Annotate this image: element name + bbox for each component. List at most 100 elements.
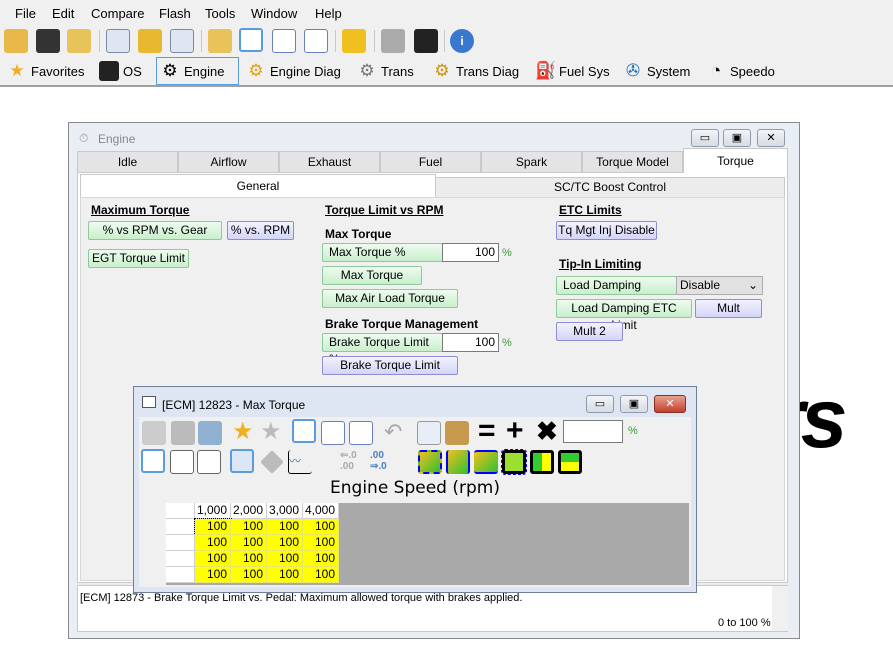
info-icon[interactable]: i	[450, 29, 474, 53]
subtab-boost-control[interactable]: SC/TC Boost Control	[435, 177, 785, 198]
maximize-button[interactable]: ▣	[620, 395, 648, 413]
single-view-icon[interactable]	[141, 449, 165, 473]
table-cell[interactable]: 100	[194, 518, 232, 536]
close-button[interactable]: ✕	[654, 395, 686, 413]
scrollbar[interactable]	[772, 586, 788, 631]
color-columns-icon[interactable]	[446, 450, 470, 474]
table-cell[interactable]: 100	[195, 535, 231, 551]
remove-favorite-icon[interactable]: ★	[260, 420, 284, 445]
copy-icon[interactable]	[417, 421, 441, 445]
table-view-icon[interactable]	[292, 419, 316, 443]
plus-icon[interactable]: +	[506, 416, 530, 446]
menu-window[interactable]: Window	[251, 6, 297, 21]
table-cell[interactable]: 100	[303, 535, 339, 551]
grid-view-icon[interactable]	[230, 449, 254, 473]
color-half-horizontal-icon[interactable]	[558, 450, 582, 474]
tab-airflow[interactable]: Airflow	[178, 151, 279, 173]
horizontal-split-icon[interactable]	[170, 450, 194, 474]
license-key-icon[interactable]	[138, 29, 162, 53]
table-cell[interactable]: 100	[303, 567, 339, 583]
vertical-split-icon[interactable]	[197, 450, 221, 474]
table-diff-icon[interactable]	[304, 29, 328, 53]
tab-torque-management[interactable]: Torque Management	[683, 148, 788, 192]
category-favorites[interactable]: ★ Favorites	[4, 58, 87, 84]
table-cell[interactable]: 100	[267, 535, 303, 551]
menu-compare[interactable]: Compare	[91, 6, 144, 21]
menu-help[interactable]: Help	[315, 6, 342, 21]
table-cell[interactable]: 100	[267, 567, 303, 583]
menu-flash[interactable]: Flash	[159, 6, 191, 21]
convert-icon[interactable]	[342, 29, 366, 53]
save-icon[interactable]	[171, 421, 195, 445]
table-compare-icon[interactable]	[321, 421, 345, 445]
tab-torque-model[interactable]: Torque Model	[582, 151, 683, 173]
color-half-vertical-icon[interactable]	[530, 450, 554, 474]
table-cell[interactable]: 100	[231, 535, 267, 551]
category-engine[interactable]: ⚙ Engine	[156, 57, 239, 85]
table-icon[interactable]	[239, 28, 263, 52]
egt-torque-limit-button[interactable]: EGT Torque Limit	[88, 249, 189, 268]
tab-idle[interactable]: Idle	[77, 151, 178, 173]
brake-torque-limit-button[interactable]: Brake Torque Limit	[322, 356, 458, 375]
mult-2-button[interactable]: Mult 2	[556, 322, 623, 341]
multiply-icon[interactable]: ✖	[536, 418, 560, 444]
load-damping-etc-limit-button[interactable]: Load Damping ETC Limit	[556, 299, 692, 332]
menu-edit[interactable]: Edit	[52, 6, 74, 21]
tab-spark[interactable]: Spark	[481, 151, 582, 173]
menu-file[interactable]: File	[15, 6, 36, 21]
file-history-icon[interactable]	[170, 29, 194, 53]
max-torque-button[interactable]: Max Torque	[322, 266, 422, 285]
add-favorite-icon[interactable]: ★	[232, 420, 256, 445]
color-rows-icon[interactable]	[474, 450, 498, 474]
file-info-icon[interactable]	[106, 29, 130, 53]
table-cell[interactable]: 100	[195, 551, 231, 567]
tab-exhaust[interactable]: Exhaust	[279, 151, 380, 173]
mult-button[interactable]: Mult	[695, 299, 762, 318]
operation-value-input[interactable]	[563, 420, 623, 443]
minimize-button[interactable]: ▭	[691, 129, 719, 147]
open-recent-icon[interactable]	[67, 29, 91, 53]
open-compare-icon[interactable]	[208, 29, 232, 53]
tab-fuel[interactable]: Fuel	[380, 151, 481, 173]
table-cell[interactable]: 100	[231, 551, 267, 567]
open-icon[interactable]	[142, 421, 166, 445]
maximize-button[interactable]: ▣	[723, 129, 751, 147]
table-cell[interactable]: 100	[303, 519, 339, 535]
color-cell-icon[interactable]	[501, 449, 527, 475]
subtab-general[interactable]: General	[80, 174, 436, 198]
write-chip-icon[interactable]	[414, 29, 438, 53]
max-torque-pct-input[interactable]: 100	[442, 243, 499, 262]
table-cell[interactable]: 100	[231, 519, 267, 535]
undo-icon[interactable]: ↶	[384, 421, 408, 445]
category-trans[interactable]: ⚙ Trans	[354, 58, 417, 84]
open-icon[interactable]	[4, 29, 28, 53]
color-select-icon[interactable]	[418, 450, 442, 474]
table-cell[interactable]: 100	[195, 567, 231, 583]
minimize-button[interactable]: ▭	[586, 395, 614, 413]
increase-decimals-icon[interactable]: .00 ⇒.0	[370, 450, 394, 474]
tq-mgt-inj-disable-button[interactable]: Tq Mgt Inj Disable	[556, 221, 657, 240]
paste-icon[interactable]	[445, 421, 469, 445]
equals-icon[interactable]: =	[478, 416, 502, 446]
table-compare-icon[interactable]	[272, 29, 296, 53]
category-trans-diag[interactable]: ⚙ Trans Diag	[429, 58, 522, 84]
category-speedo[interactable]: ◔ Speedo	[703, 58, 778, 84]
category-os[interactable]: OS	[96, 58, 145, 84]
menu-tools[interactable]: Tools	[205, 6, 235, 21]
table-cell[interactable]: 100	[267, 519, 303, 535]
table-cell[interactable]: 100	[267, 551, 303, 567]
category-fuel-sys[interactable]: ⛽ Fuel Sys	[532, 58, 613, 84]
table-cell[interactable]: 100	[303, 551, 339, 567]
line-graph-icon[interactable]: 〰	[288, 450, 312, 474]
category-system[interactable]: ✇ System	[620, 58, 693, 84]
category-engine-diag[interactable]: ⚙ Engine Diag	[243, 58, 344, 84]
pct-rpm-button[interactable]: % vs. RPM	[227, 221, 294, 240]
surface-3d-icon[interactable]	[260, 450, 284, 474]
table-cell[interactable]: 100	[231, 567, 267, 583]
read-chip-icon[interactable]	[381, 29, 405, 53]
brake-torque-pct-input[interactable]: 100	[442, 333, 499, 352]
table-diff-icon[interactable]	[349, 421, 373, 445]
load-damping-select[interactable]: Disable ⌄	[676, 276, 763, 295]
print-icon[interactable]	[198, 421, 222, 445]
save-icon[interactable]	[36, 29, 60, 53]
